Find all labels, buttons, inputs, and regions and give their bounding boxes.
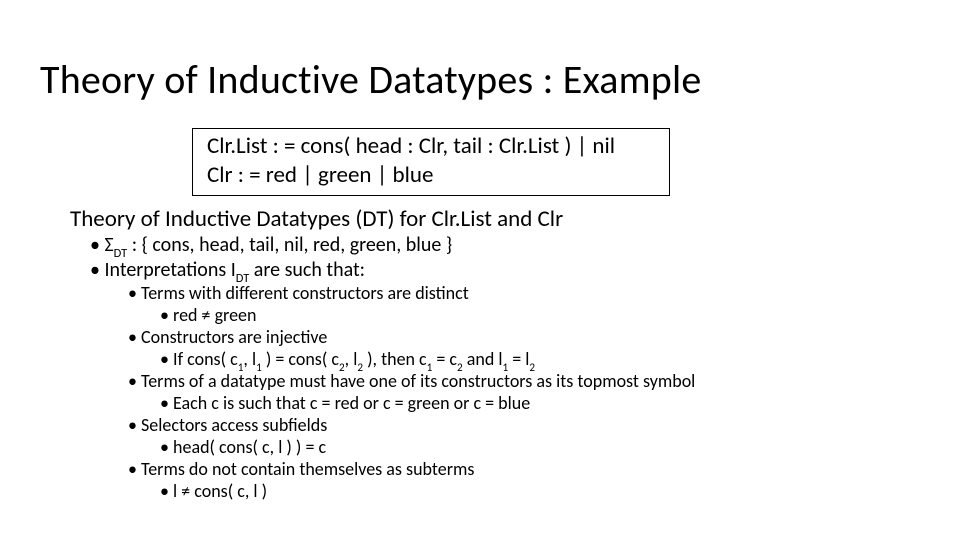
definition-box: Clr.List : = cons( head : Clr, tail : Cl… (192, 128, 670, 196)
inj-t6: and l (463, 348, 503, 370)
sigma-bullet: • ΣDT : { cons, head, tail, nil, red, gr… (90, 233, 452, 261)
point-distinct-example: • red ≠ green (160, 305, 256, 327)
inj-t0: • If cons( c (160, 348, 238, 370)
point-selectors: • Selectors access subfields (128, 415, 327, 437)
point-distinct: • Terms with different constructors are … (128, 283, 469, 305)
inj-t3: , l (345, 348, 358, 370)
inj-t2: ) = cons( c (262, 348, 339, 370)
slide-title: Theory of Inductive Datatypes : Example (40, 55, 701, 104)
section-heading: Theory of Inductive Datatypes (DT) for C… (70, 205, 563, 234)
point-no-self: • Terms do not contain themselves as sub… (128, 459, 474, 481)
inj-t5: = c (432, 348, 457, 370)
sigma-suffix: : { cons, head, tail, nil, red, green, b… (127, 233, 452, 257)
point-topmost: • Terms of a datatype must have one of i… (128, 371, 695, 393)
point-no-self-example: • l ≠ cons( c, l ) (160, 481, 267, 503)
point-injective: • Constructors are injective (128, 327, 327, 349)
sigma-prefix: • Σ (90, 233, 114, 257)
point-topmost-example: • Each c is such that c = red or c = gre… (160, 393, 530, 415)
inj-t1: , l (243, 348, 256, 370)
definition-line-2: Clr : = red | green | blue (207, 161, 657, 190)
interp-suffix: are such that: (249, 258, 365, 282)
interp-prefix: • Interpretations I (90, 258, 236, 282)
slide: Theory of Inductive Datatypes : Example … (0, 0, 960, 540)
inj-t7: = l (508, 348, 529, 370)
point-selectors-example: • head( cons( c, l ) ) = c (160, 437, 326, 459)
definition-line-1: Clr.List : = cons( head : Clr, tail : Cl… (207, 132, 657, 161)
inj-t4: ), then c (363, 348, 427, 370)
